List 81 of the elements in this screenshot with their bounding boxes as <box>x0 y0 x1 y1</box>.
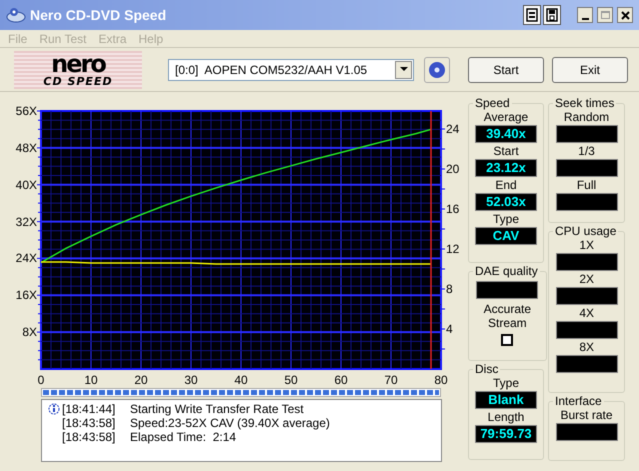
axis-label: 24X <box>14 251 37 266</box>
log-message: Starting Write Transfer Rate Test <box>130 403 304 415</box>
close-icon <box>620 10 630 20</box>
axis-label: 10 <box>83 373 99 387</box>
maximize-button[interactable] <box>597 7 613 23</box>
field-label: Length <box>488 410 524 425</box>
log-time: [18:43:58] <box>62 417 116 429</box>
field-label: Average <box>484 110 528 125</box>
logo: nero CD SPEED <box>14 50 142 88</box>
axis-label: 40X <box>14 178 37 192</box>
axis-label: 4 <box>446 322 453 336</box>
readout <box>556 287 618 305</box>
field-label: Full <box>576 178 596 193</box>
readout: Blank <box>475 391 537 409</box>
readout: 52.03x <box>475 193 537 211</box>
axis-label: 12 <box>446 242 460 256</box>
axis-label: 32X <box>14 214 37 229</box>
readout <box>556 321 618 339</box>
field-label: 2X <box>579 272 594 287</box>
field-label: End <box>495 178 517 193</box>
axis-label: 0 <box>36 373 46 387</box>
readout <box>556 253 618 271</box>
readout <box>556 355 618 373</box>
field-label: Random <box>564 110 610 125</box>
log-time: [18:41:44] <box>62 403 116 415</box>
field-label: Accurate Stream <box>482 302 532 330</box>
axis-label: 16X <box>14 288 37 302</box>
axis-label: 56X <box>14 104 37 118</box>
axis-label: 50 <box>283 373 299 387</box>
info-icon <box>48 403 60 415</box>
caret-icon <box>400 67 408 72</box>
field-label: Burst rate <box>560 408 613 423</box>
axis-label: 60 <box>333 373 349 387</box>
field-label: Type <box>492 376 519 391</box>
field-label: Type <box>492 212 519 227</box>
disc-info-button[interactable] <box>424 56 450 82</box>
axis-label: 20 <box>133 373 149 387</box>
readout <box>556 159 618 177</box>
log-message: Elapsed Time: 2:14 <box>130 431 236 443</box>
axis-label: 80 <box>433 373 449 387</box>
group-title: DAE quality <box>474 265 539 277</box>
action-button[interactable]: Start <box>468 56 544 82</box>
field-label: Start <box>493 144 519 159</box>
floppy-icon[interactable] <box>543 5 561 25</box>
group-title: Interface <box>554 395 603 407</box>
accurate-stream-checkbox[interactable] <box>501 334 514 346</box>
close-button[interactable] <box>617 7 633 23</box>
minimize-button[interactable] <box>577 7 593 23</box>
readout <box>476 281 538 299</box>
field-label: 1/3 <box>578 144 595 159</box>
axis-label: 48X <box>14 140 37 155</box>
readout <box>556 423 618 441</box>
readout <box>556 193 618 211</box>
readout: 23.12x <box>475 159 537 177</box>
field-label: 1X <box>579 238 594 253</box>
action-button[interactable]: Exit <box>552 56 628 82</box>
field-label: 8X <box>579 340 594 355</box>
app-icon <box>6 6 26 24</box>
group-title: CPU usage <box>554 225 618 237</box>
readout: CAV <box>475 227 537 245</box>
axis-label: 30 <box>183 373 199 387</box>
readout <box>556 125 618 143</box>
axis-label: 20 <box>446 162 460 176</box>
axis-label: 8 <box>446 282 453 296</box>
axis-label: 16 <box>446 202 460 216</box>
group-title: Speed <box>474 97 511 109</box>
drive-dropdown[interactable]: [0:0] AOPEN COM5232/AAH V1.05 <box>168 58 414 80</box>
group-title: Seek times <box>554 97 616 109</box>
disc-icon <box>428 60 446 78</box>
field-label: 4X <box>579 306 594 321</box>
log-time: [18:43:58] <box>62 431 116 443</box>
axis-label: 8X <box>21 325 37 340</box>
axis-label: 24 <box>446 122 460 136</box>
readout: 79:59.73 <box>475 425 537 443</box>
group-title: Disc <box>474 363 500 375</box>
window-title: Nero CD-DVD Speed <box>30 6 168 25</box>
log-message: Speed:23-52X CAV (39.40X average) <box>130 417 330 429</box>
axis-label: 40 <box>233 373 249 387</box>
clipboard-icon[interactable] <box>523 5 541 25</box>
axis-label: 70 <box>383 373 399 387</box>
readout: 39.40x <box>475 125 537 143</box>
